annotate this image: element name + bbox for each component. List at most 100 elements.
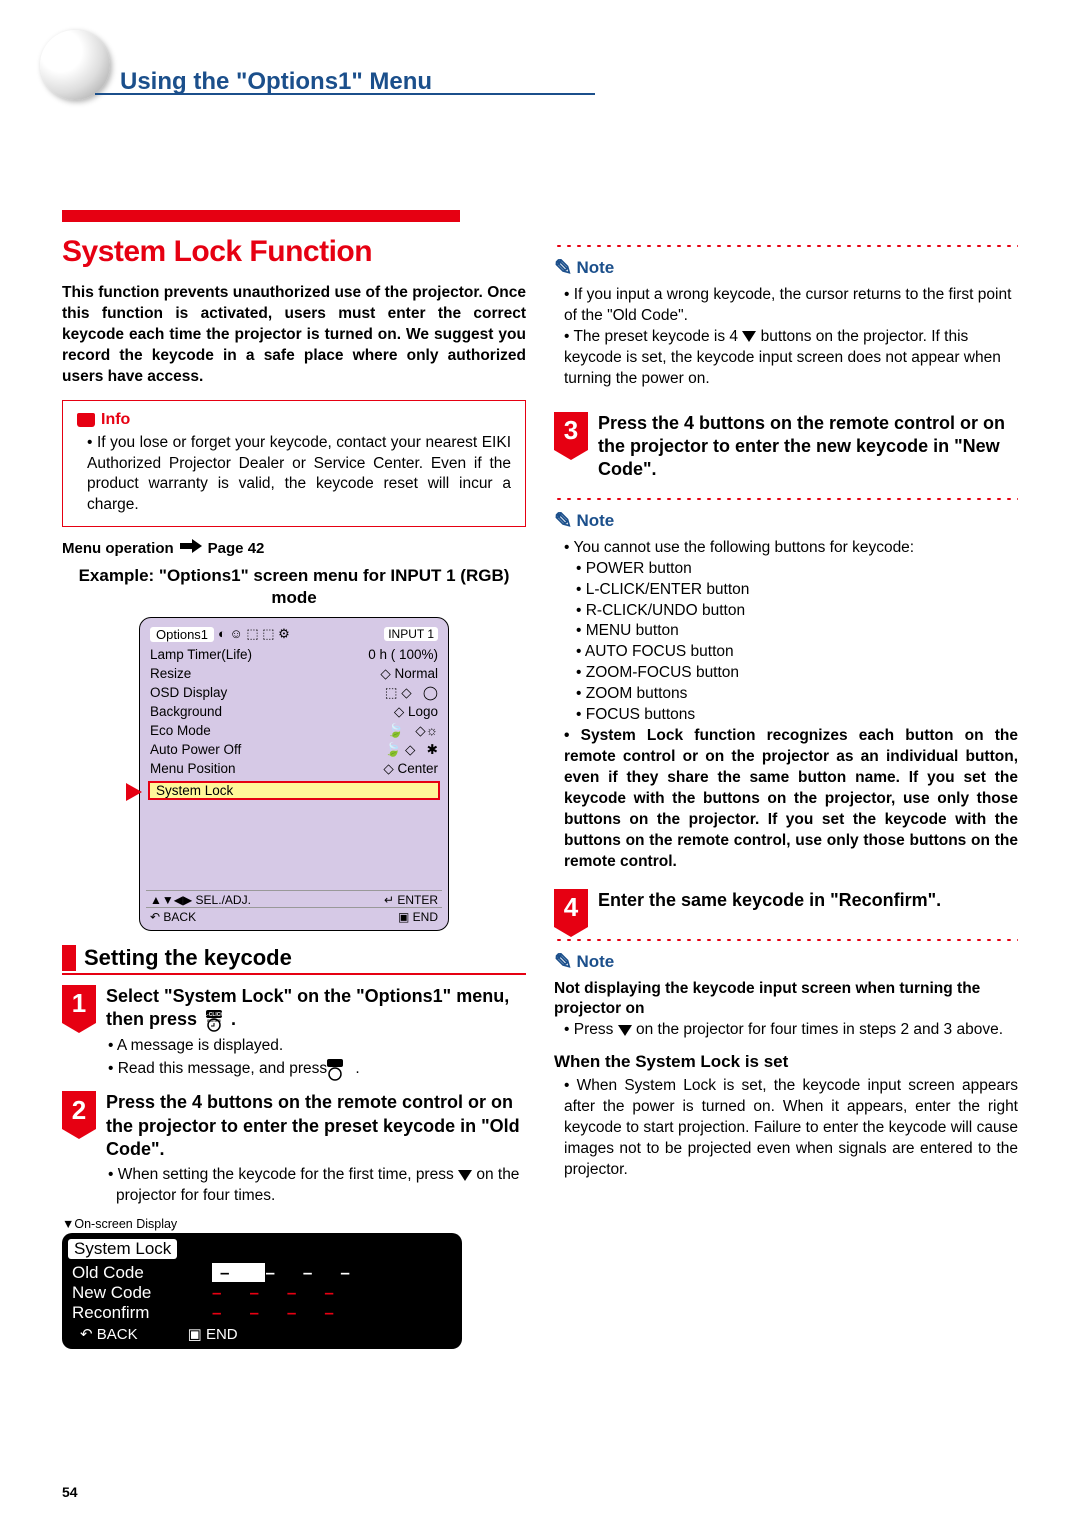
menu-op-page: Page 42 — [208, 540, 265, 557]
kc-old-label: Old Code — [72, 1263, 192, 1283]
n2b6: ZOOM buttons — [586, 685, 688, 702]
kcb: BACK — [97, 1326, 138, 1343]
info-label-text: Info — [101, 411, 130, 429]
n2b3: MENU button — [586, 622, 679, 639]
n3-b2: • When System Lock is set, the keycode i… — [554, 1076, 1018, 1181]
n2-btn-7: • FOCUS buttons — [554, 705, 1018, 726]
osd-footer-2: ↶ BACK ▣ END — [146, 907, 442, 924]
osd-r0-l: Resize — [150, 665, 380, 684]
s1b2: Read this message, and press — [118, 1060, 332, 1077]
osd-ent: ENTER — [397, 893, 438, 907]
example-title: Example: "Options1" screen menu for INPU… — [62, 565, 526, 609]
down-triangle-icon-2 — [742, 331, 756, 342]
step-4-body: Enter the same keycode in "Reconfirm". — [598, 889, 1018, 927]
osd-rows: Lamp Timer(Life)0 h ( 100%) Resize◇ Norm… — [146, 644, 442, 889]
info-body: If you lose or forget your keycode, cont… — [87, 434, 511, 514]
n2-btn-3: • MENU button — [554, 621, 1018, 642]
enter-icon: L-CLICKENTER — [202, 1008, 226, 1032]
osd-title: Options1 — [150, 627, 214, 642]
step-3-body: Press the 4 buttons on the remote contro… — [598, 412, 1018, 486]
keycode-panel: System Lock Old Code –––– New Code –––– … — [62, 1233, 462, 1349]
osd-tab-icons: ◐ ☺ ⬚ ⬚ ⚙ — [218, 626, 380, 642]
logo-sphere — [40, 30, 110, 100]
osd-spacer — [150, 800, 438, 890]
kc-new-label: New Code — [72, 1283, 192, 1303]
section-title-text: Setting the keycode — [84, 945, 526, 971]
step-2: 2 Press the 4 buttons on the remote cont… — [62, 1091, 526, 1207]
page-number: 54 — [62, 1484, 78, 1500]
step-2-b1: • When setting the keycode for the first… — [106, 1165, 526, 1207]
osd-r1-l: OSD Display — [150, 684, 385, 703]
n1b2a: The preset keycode is 4 — [573, 328, 742, 345]
s1t: Select "System Lock" on the "Options1" m… — [106, 986, 509, 1029]
n2-intro: • You cannot use the following buttons f… — [554, 538, 1018, 559]
osd-r0-v: ◇ Normal — [380, 665, 438, 684]
osd-r5-l: Menu Position — [150, 760, 383, 779]
n2b4: AUTO FOCUS button — [585, 643, 734, 660]
step-1-body: Select "System Lock" on the "Options1" m… — [106, 985, 526, 1082]
section-red-bar — [62, 210, 460, 222]
kc-row-old: Old Code –––– — [68, 1263, 456, 1283]
osd-row-apo: Auto Power Off🍃 ◇ ✱ — [150, 741, 438, 760]
svg-text:ENTER: ENTER — [207, 1018, 221, 1023]
note-icon: ✎ — [554, 255, 572, 281]
osd-r1-v: ⬚ ◇ ◯ — [385, 684, 438, 703]
step-1-b2: • Read this message, and press . — [106, 1057, 526, 1081]
note-3-body: Not displaying the keycode input screen … — [554, 979, 1018, 1181]
osd-r3-l: Eco Mode — [150, 722, 387, 741]
osd-header: Options1 ◐ ☺ ⬚ ⬚ ⚙ INPUT 1 — [146, 624, 442, 644]
kc-row-new: New Code –––– — [68, 1283, 456, 1303]
section-bar — [62, 945, 76, 971]
note-2-body: • You cannot use the following buttons f… — [554, 538, 1018, 873]
left-column: System Lock Function This function preve… — [62, 235, 526, 1349]
kc-rec-label: Reconfirm — [72, 1303, 192, 1323]
down-triangle-icon-3 — [618, 1025, 632, 1036]
section-underline — [62, 973, 526, 975]
n2-bold: • System Lock function recognizes each b… — [554, 726, 1018, 872]
osd-r4-l: Auto Power Off — [150, 741, 384, 760]
osd-foot-enter: ↵ ENTER — [384, 893, 438, 907]
onscreen-display-label: ▼On-screen Display — [62, 1217, 526, 1231]
osd-back: BACK — [163, 910, 196, 924]
step-4-number: 4 — [554, 889, 588, 927]
n2b2: R-CLICK/UNDO button — [586, 602, 745, 619]
osd-row-lamp: Lamp Timer(Life)0 h ( 100%) — [150, 646, 438, 665]
n3b2t: When System Lock is set, the keycode inp… — [564, 1077, 1018, 1178]
step-2-body: Press the 4 buttons on the remote contro… — [106, 1091, 526, 1207]
red-arrow-icon — [126, 783, 142, 801]
kc-row-reconfirm: Reconfirm –––– — [68, 1303, 456, 1323]
osd-r2-l: Background — [150, 703, 394, 722]
n3l: Note — [576, 952, 614, 972]
kc-old-first: – — [212, 1263, 265, 1282]
n3-b1: • Press on the projector for four times … — [554, 1020, 1018, 1041]
step-2-number: 2 — [62, 1091, 96, 1129]
menu-op-label: Menu operation — [62, 540, 174, 557]
n2b7: FOCUS buttons — [586, 706, 695, 723]
osd-hl-text: System Lock — [156, 783, 233, 798]
s1b1: A message is displayed. — [117, 1037, 283, 1054]
n2-btn-0: • POWER button — [554, 559, 1018, 580]
osd-input-label: INPUT 1 — [384, 627, 438, 641]
n3-h2: When the System Lock is set — [554, 1051, 1018, 1074]
step-3-number: 3 — [554, 412, 588, 450]
n1b1t: If you input a wrong keycode, the cursor… — [564, 286, 1011, 324]
n2l: Note — [576, 511, 614, 531]
step-1-title: Select "System Lock" on the "Options1" m… — [106, 985, 526, 1033]
n3b1a: Press — [574, 1021, 618, 1038]
kc-title: System Lock — [68, 1239, 177, 1259]
osd-row-osd: OSD Display⬚ ◇ ◯ — [150, 684, 438, 703]
note-3-label: ✎Note — [554, 949, 1018, 975]
right-column: ✎Note • If you input a wrong keycode, th… — [554, 235, 1018, 1349]
note-2-label: ✎Note — [554, 508, 1018, 534]
osd-row-eco: Eco Mode🍃 ◇☼ — [150, 722, 438, 741]
osd-footer: ▲▼◀▶ SEL./ADJ. ↵ ENTER — [146, 890, 442, 907]
n2-btn-5: • ZOOM-FOCUS button — [554, 663, 1018, 684]
n2-btn-1: • L-CLICK/ENTER button — [554, 580, 1018, 601]
osd-row-bg: Background◇ Logo — [150, 703, 438, 722]
osd-foot-end: ▣ END — [398, 910, 438, 924]
osd-menu-screenshot: Options1 ◐ ☺ ⬚ ⬚ ⚙ INPUT 1 Lamp Timer(Li… — [139, 617, 449, 930]
step-2-title: Press the 4 buttons on the remote contro… — [106, 1091, 526, 1161]
step-4-title: Enter the same keycode in "Reconfirm". — [598, 889, 1018, 912]
info-label: Info — [77, 411, 511, 429]
s2b1a: When setting the keycode for the first t… — [118, 1166, 458, 1183]
